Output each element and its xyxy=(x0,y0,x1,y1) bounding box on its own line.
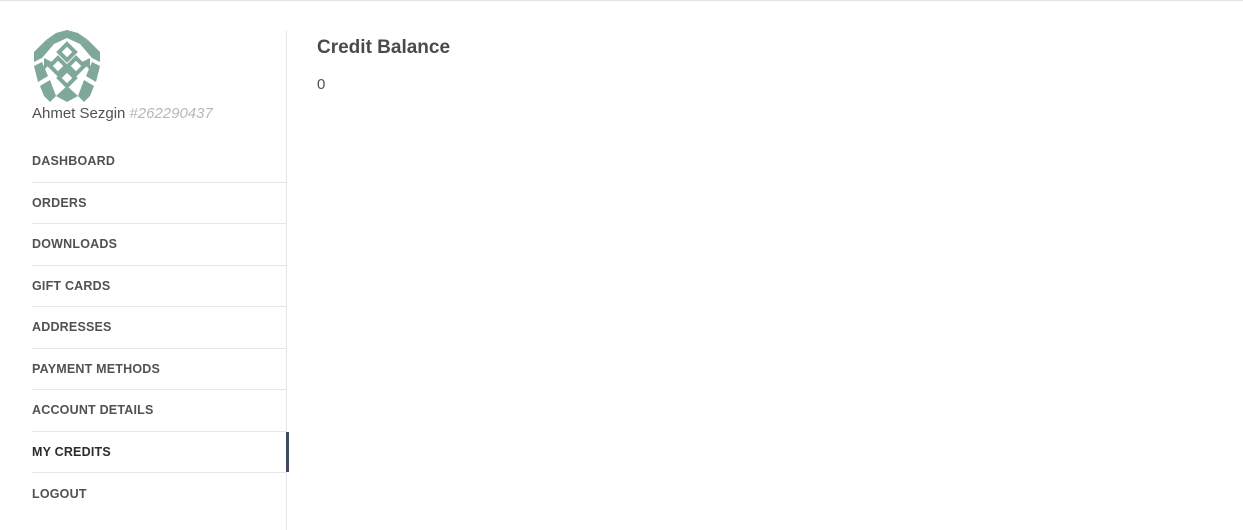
nav-item-addresses[interactable]: ADDRESSES xyxy=(32,307,287,349)
nav-item-payment-methods[interactable]: PAYMENT METHODS xyxy=(32,349,287,390)
nav-item-account-details[interactable]: ACCOUNT DETAILS xyxy=(32,390,287,432)
user-id: #262290437 xyxy=(129,105,213,122)
nav-item-downloads[interactable]: DOWNLOADS xyxy=(32,224,287,266)
main-content: Credit Balance 0 xyxy=(317,36,450,93)
account-sidebar: Ahmet Sezgin #262290437 DASHBOARD ORDERS … xyxy=(32,30,289,530)
nav-item-dashboard[interactable]: DASHBOARD xyxy=(32,141,287,183)
account-navigation: DASHBOARD ORDERS DOWNLOADS GIFT CARDS AD… xyxy=(32,141,289,515)
credit-balance-value: 0 xyxy=(317,76,326,93)
account-page: Ahmet Sezgin #262290437 DASHBOARD ORDERS … xyxy=(0,0,1243,530)
user-info: Ahmet Sezgin #262290437 xyxy=(32,104,213,124)
page-title: Credit Balance xyxy=(317,37,451,58)
nav-item-my-credits[interactable]: MY CREDITS xyxy=(32,431,289,473)
geometric-identicon-icon xyxy=(34,30,100,102)
nav-item-logout[interactable]: LOGOUT xyxy=(32,473,287,515)
nav-item-gift-cards[interactable]: GIFT CARDS xyxy=(32,266,287,307)
avatar xyxy=(32,30,102,102)
nav-item-orders[interactable]: ORDERS xyxy=(32,183,287,224)
user-name: Ahmet Sezgin xyxy=(32,105,126,122)
